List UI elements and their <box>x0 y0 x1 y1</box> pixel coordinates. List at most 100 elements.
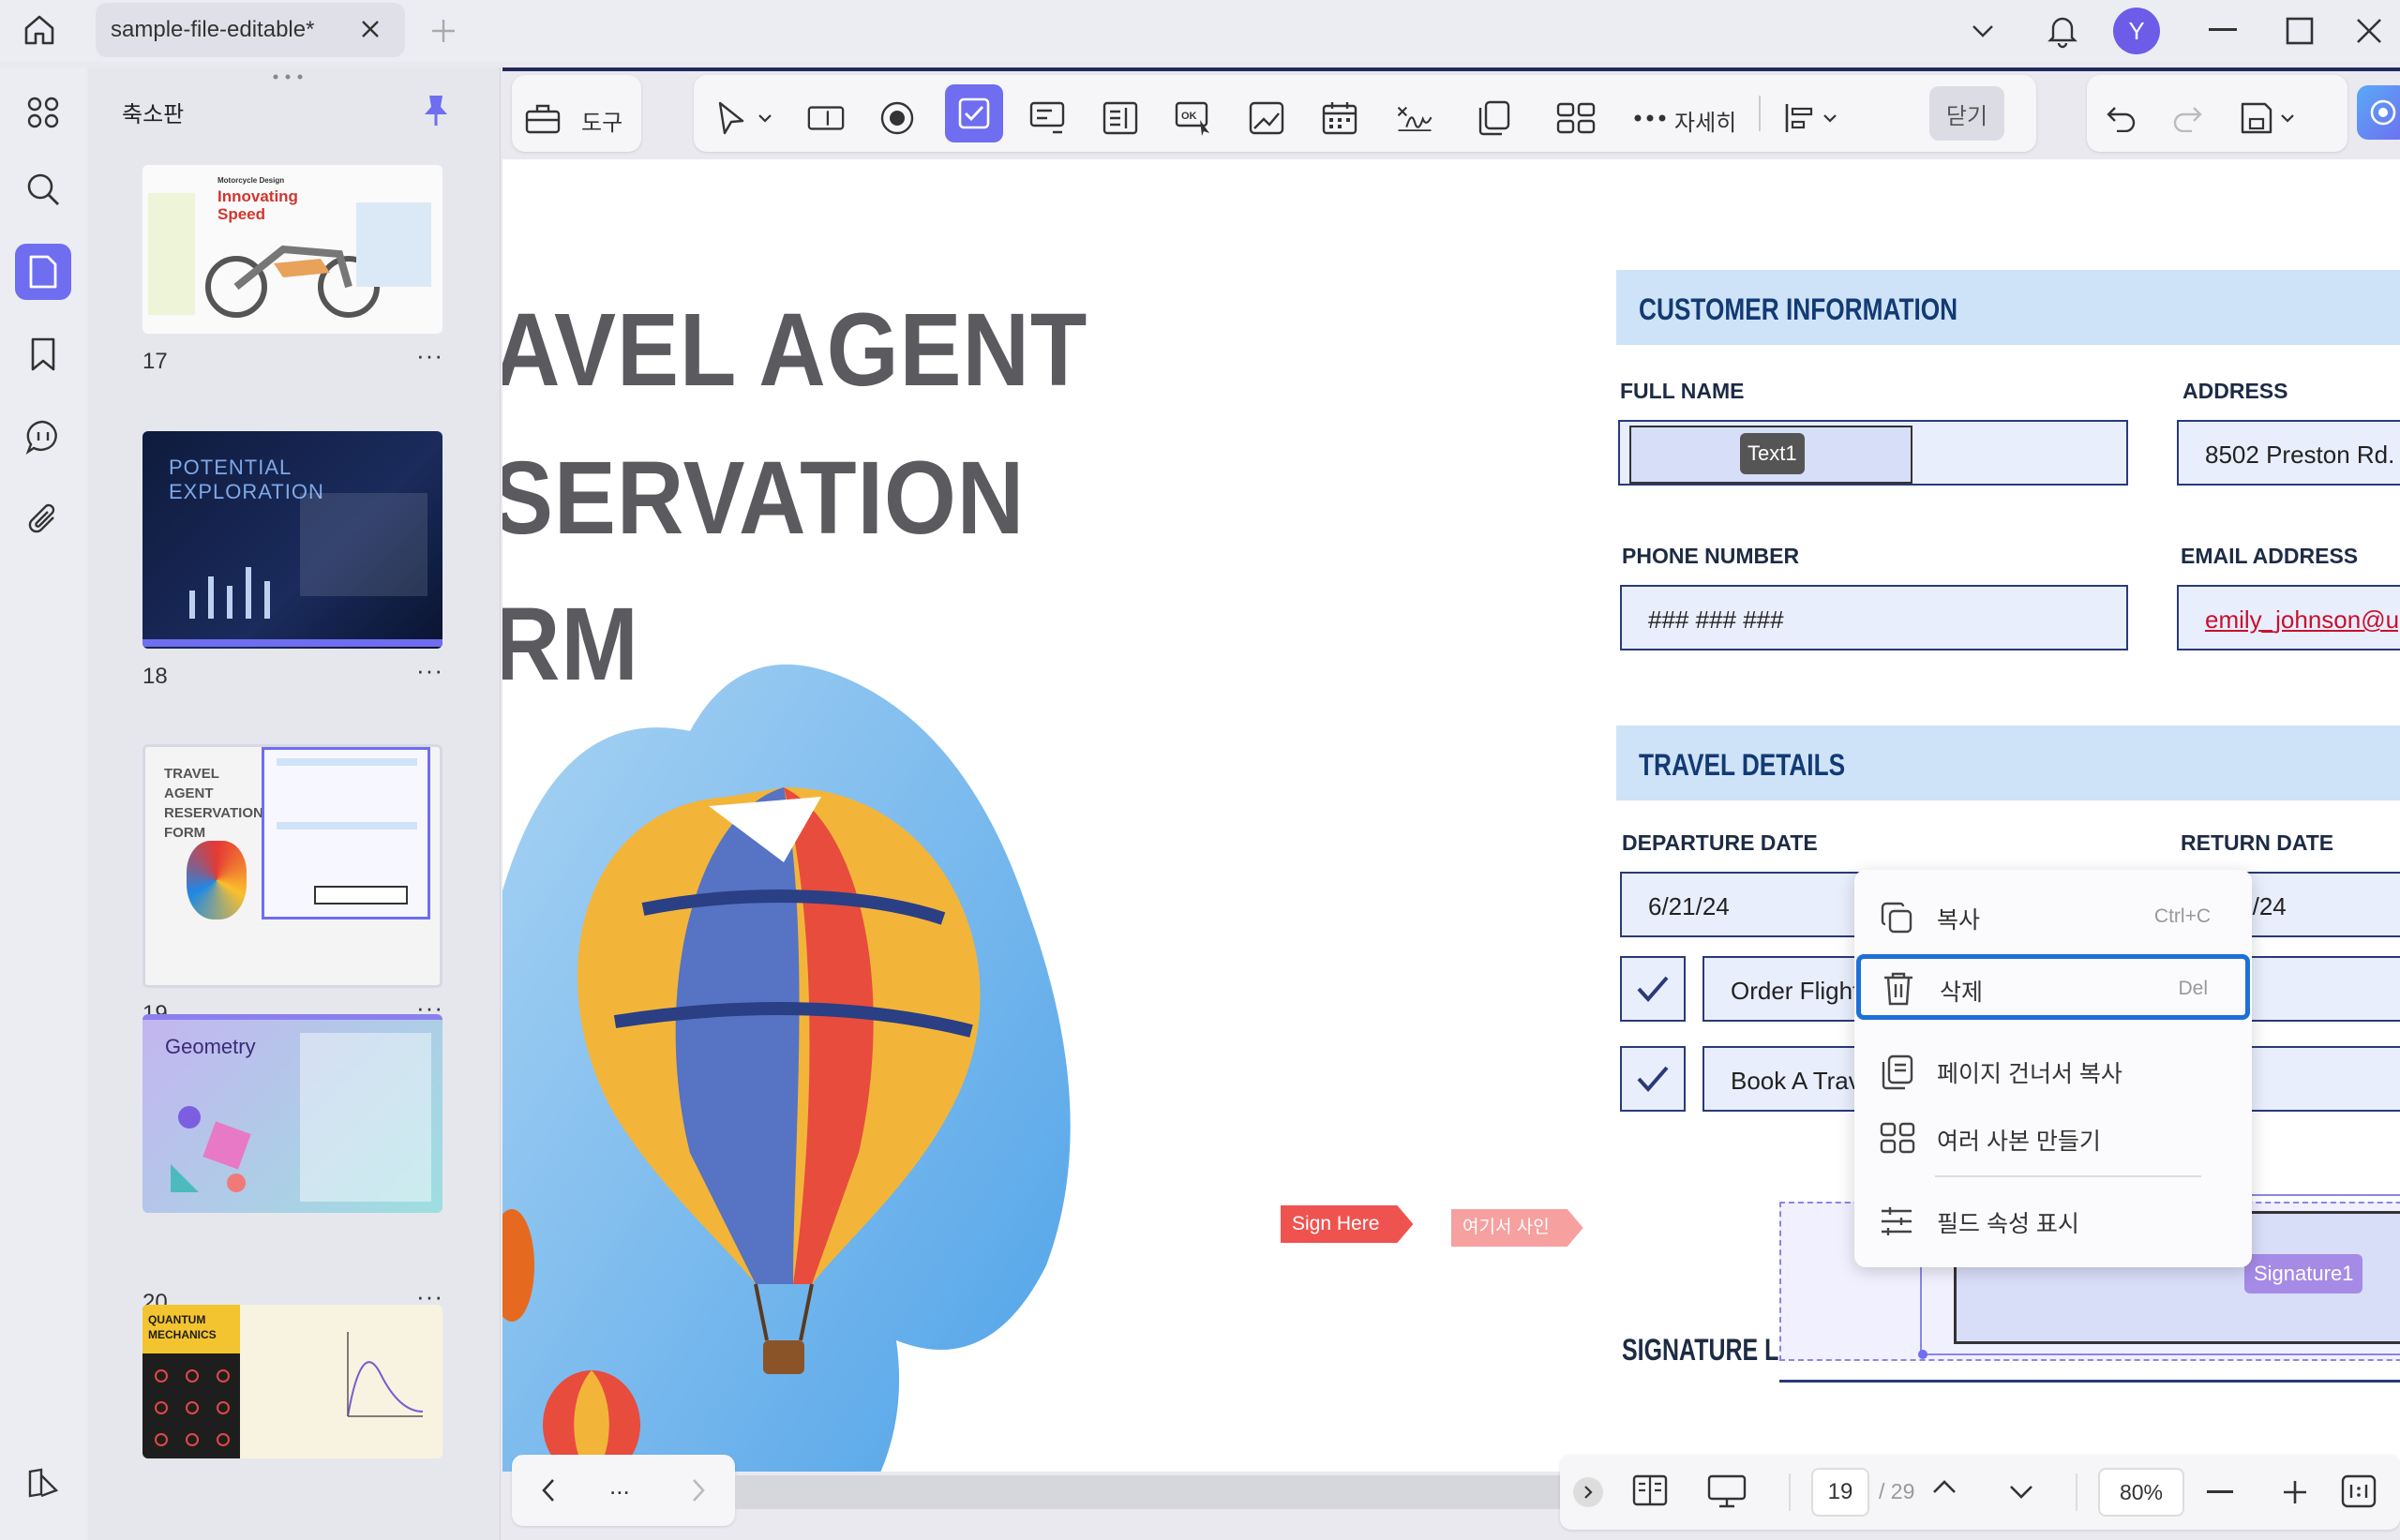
previous-page-icon[interactable] <box>1931 1477 1958 1496</box>
attachment-icon[interactable] <box>15 491 71 547</box>
chevron-down-icon[interactable] <box>1819 98 1841 138</box>
document-page: AVEL AGENT SERVATION RM CUSTOMER INFORMA… <box>502 159 2400 1472</box>
button-tool-icon[interactable]: OK <box>1174 98 1213 138</box>
thumbnail-more-button[interactable]: ··· <box>416 341 443 370</box>
text-field-tool-icon[interactable] <box>806 98 846 138</box>
toolbox-icon[interactable] <box>523 98 562 138</box>
thumbnail-page-21[interactable]: QUANTUM MECHANICS <box>142 1305 442 1458</box>
document-tab[interactable]: sample-file-editable* <box>96 3 405 57</box>
collapse-controls-icon[interactable] <box>1573 1477 1603 1507</box>
avatar-initial: Y <box>2128 16 2145 45</box>
resize-handle[interactable] <box>1918 1350 1928 1359</box>
left-rail <box>0 67 86 1540</box>
maximize-icon[interactable] <box>2286 17 2314 45</box>
menu-item-copy[interactable]: 복사 Ctrl+C <box>1854 883 2252 949</box>
pointer-tool-icon[interactable] <box>711 98 750 138</box>
date-field-tool-icon[interactable] <box>1320 98 1359 138</box>
pin-icon[interactable] <box>422 94 450 127</box>
address-field[interactable]: 8502 Preston Rd. Inglewood, Maine 98380 <box>2177 420 2400 486</box>
redo-icon[interactable] <box>2168 98 2207 138</box>
departure-date-label: DEPARTURE DATE <box>1622 830 1818 855</box>
close-form-mode-button[interactable]: 닫기 <box>1929 86 2004 141</box>
align-tool-icon[interactable] <box>1779 98 1819 138</box>
phone-value: ### ### ### <box>1648 606 1784 634</box>
view-controls-box: 19 / 29 80% <box>1560 1455 2400 1530</box>
menu-item-shortcut: Del <box>2178 978 2208 999</box>
page-layout-icon[interactable] <box>1631 1473 1669 1509</box>
checkbox-tool-button[interactable] <box>945 84 1003 142</box>
more-label[interactable]: 자세히 <box>1674 104 1736 137</box>
thumb-heading: Innovating Speed <box>218 187 298 223</box>
zoom-out-icon[interactable] <box>2207 1490 2233 1494</box>
menu-item-delete[interactable]: 삭제 Del <box>1856 954 2250 1020</box>
document-tab-title: sample-file-editable* <box>111 17 315 42</box>
home-icon[interactable] <box>21 11 58 49</box>
bell-icon[interactable] <box>2044 11 2081 49</box>
minimize-icon[interactable] <box>2209 28 2237 32</box>
full-name-field[interactable]: Text1 <box>1618 420 2128 486</box>
signature-line <box>1779 1380 2400 1383</box>
menu-item-label: 필드 속성 표시 <box>1937 1211 2079 1237</box>
actual-size-icon[interactable] <box>2340 1473 2378 1509</box>
radio-button-tool-icon[interactable] <box>878 98 917 138</box>
section-title: TRAVEL DETAILS <box>1639 748 1846 782</box>
email-field[interactable]: emily_johnson@updf.com <box>2177 585 2400 650</box>
previous-icon[interactable] <box>540 1477 557 1503</box>
close-tab-icon[interactable] <box>358 17 382 41</box>
chevron-down-icon[interactable] <box>2276 98 2299 138</box>
nav-more-button[interactable]: ... <box>609 1472 630 1501</box>
apps-icon[interactable] <box>15 84 71 141</box>
travel-guide-checkbox[interactable] <box>1620 1046 1686 1112</box>
save-icon[interactable] <box>2237 98 2276 138</box>
multiple-copies-tool-icon[interactable] <box>1552 98 1599 138</box>
combo-box-tool-icon[interactable] <box>1028 98 1067 138</box>
thumbnail-page-20[interactable]: Geometry <box>142 1014 442 1213</box>
menu-item-shortcut: Ctrl+C <box>2153 905 2211 927</box>
copy-page-tool-icon[interactable] <box>1474 98 1513 138</box>
close-window-icon[interactable] <box>2355 17 2383 45</box>
thumbnail-page-17[interactable]: Motorcycle Design Innovating Speed <box>142 165 442 334</box>
zoom-in-icon[interactable] <box>2282 1479 2308 1505</box>
next-icon[interactable] <box>690 1477 707 1503</box>
chevron-down-icon[interactable] <box>1969 19 1997 43</box>
menu-item-field-properties[interactable]: 필드 속성 표시 <box>1854 1187 2252 1252</box>
balloon-illustration <box>502 664 1071 1472</box>
page-number-input[interactable]: 19 <box>1811 1468 1869 1517</box>
page-total: / 29 <box>1879 1479 1915 1503</box>
thumbnail-more-button[interactable]: ··· <box>416 1533 443 1540</box>
comment-icon[interactable] <box>15 409 71 465</box>
more-icon[interactable] <box>1631 98 1669 138</box>
next-page-icon[interactable] <box>2008 1483 2034 1502</box>
bookmark-icon[interactable] <box>15 326 71 382</box>
thumbnails-page-icon[interactable] <box>15 244 71 300</box>
image-field-tool-icon[interactable] <box>1247 98 1286 138</box>
departure-date-value: 6/21/24 <box>1648 892 1730 920</box>
new-tab-icon[interactable] <box>429 17 458 45</box>
phone-field[interactable]: ### ### ### <box>1620 585 2128 650</box>
signature-tool-icon[interactable] <box>1395 98 1434 138</box>
presentation-icon[interactable] <box>1706 1473 1748 1509</box>
ai-assistant-icon[interactable] <box>2357 85 2400 140</box>
thumb-heading: Geometry <box>165 1035 256 1058</box>
thumbnail-more-button[interactable]: ··· <box>416 656 443 685</box>
zoom-level-input[interactable]: 80% <box>2098 1468 2184 1517</box>
address-label: ADDRESS <box>2182 379 2288 403</box>
menu-item-multiple-copies[interactable]: 여러 사본 만들기 <box>1854 1104 2252 1170</box>
menu-divider <box>1935 1175 2201 1177</box>
sidebar-toggle-icon[interactable] <box>15 1455 71 1511</box>
horizontal-scrollbar[interactable] <box>735 1475 1560 1509</box>
undo-icon[interactable] <box>2102 98 2141 138</box>
search-icon[interactable] <box>15 161 71 217</box>
sign-here-tag-kr: 여기서 사인 <box>1451 1209 1583 1247</box>
tools-label[interactable]: 도구 <box>581 104 622 137</box>
thumbnail-page-19[interactable]: TRAVEL AGENT RESERVATION FORM <box>142 744 442 988</box>
list-box-tool-icon[interactable] <box>1101 98 1140 138</box>
menu-item-label: 삭제 <box>1940 979 1984 1006</box>
menu-item-copy-across-pages[interactable]: 페이지 건너서 복사 <box>1854 1037 2252 1102</box>
thumbnail-page-18[interactable]: POTENTIAL EXPLORATION <box>142 431 442 649</box>
chevron-down-icon[interactable] <box>754 98 776 138</box>
thumbnail-page-number: 18 <box>142 664 168 689</box>
flight-insurance-checkbox[interactable] <box>1620 956 1686 1022</box>
panel-drag-handle[interactable] <box>272 73 304 81</box>
avatar[interactable]: Y <box>2113 7 2160 54</box>
